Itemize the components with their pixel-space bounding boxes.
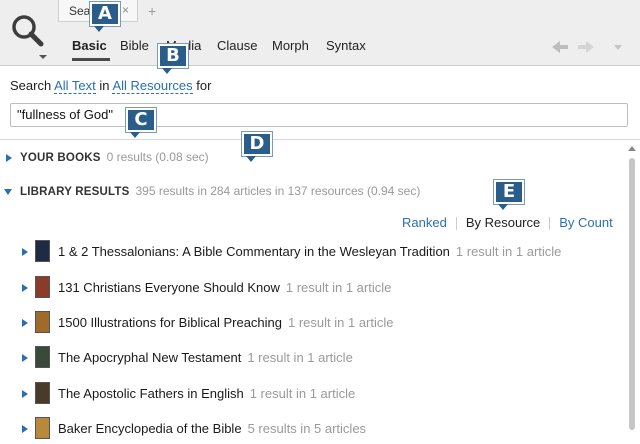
result-title: The Apocryphal New Testament <box>58 350 242 365</box>
expand-icon[interactable] <box>22 390 28 398</box>
mode-basic[interactable]: Basic <box>72 38 107 53</box>
sort-separator <box>549 217 551 231</box>
book-cover <box>35 382 50 404</box>
collapse-icon[interactable] <box>4 188 12 195</box>
result-row[interactable]: 1 & 2 Thessalonians: A Bible Commentary … <box>0 236 625 268</box>
expand-icon[interactable] <box>22 354 28 362</box>
result-count: 1 result in 1 article <box>455 244 562 259</box>
vertical-scrollbar[interactable] <box>628 146 636 440</box>
result-row[interactable]: The Apostolic Fathers in English 1 result… <box>0 378 625 410</box>
sort-options: Ranked By Resource By Count <box>402 215 613 231</box>
callout-e: E <box>494 180 524 210</box>
mode-bible[interactable]: Bible <box>120 38 149 53</box>
expand-icon[interactable] <box>22 319 28 327</box>
add-tab-icon[interactable]: + <box>148 3 156 19</box>
search-query-value: "fullness of God" <box>17 107 113 122</box>
mode-morph[interactable]: Morph <box>272 38 309 53</box>
history-nav <box>548 38 628 56</box>
book-cover <box>35 240 50 262</box>
in-label: in <box>99 78 110 93</box>
sort-by-resource-link[interactable]: By Resource <box>466 215 540 230</box>
history-dropdown-icon[interactable] <box>614 45 622 50</box>
callout-c: C <box>126 108 156 138</box>
result-row[interactable]: 131 Christians Everyone Should Know 1 res… <box>0 272 625 304</box>
callout-a: A <box>90 2 120 32</box>
book-cover <box>35 311 50 333</box>
forward-arrow-icon[interactable] <box>578 41 594 53</box>
text-scope-dropdown[interactable]: All Text <box>54 78 96 94</box>
library-results-title: LIBRARY RESULTS <box>20 186 130 198</box>
callout-letter: C <box>134 109 148 130</box>
result-count: 1 result in 1 article <box>249 386 356 401</box>
result-row[interactable]: 1500 Illustrations for Biblical Preachin… <box>0 307 625 339</box>
callout-letter: A <box>98 3 112 24</box>
result-count: 1 result in 1 article <box>247 350 353 365</box>
active-mode-indicator <box>72 58 110 61</box>
sort-separator <box>455 217 457 231</box>
search-label: Search <box>10 78 52 93</box>
search-panel-icon[interactable] <box>8 12 48 60</box>
result-count: 5 results in 5 articles <box>247 421 367 436</box>
result-count: 1 result in 1 article <box>288 315 394 330</box>
search-scope-row: Search All Text in All Resources for <box>10 78 212 94</box>
expand-icon[interactable] <box>22 248 28 256</box>
resource-scope-dropdown[interactable]: All Resources <box>112 78 193 94</box>
mode-syntax[interactable]: Syntax <box>326 38 366 53</box>
expand-icon[interactable] <box>6 153 12 162</box>
expand-icon[interactable] <box>22 284 28 292</box>
library-results-section[interactable]: LIBRARY RESULTS 395 results in 284 articl… <box>4 184 634 202</box>
result-row[interactable]: The Apocryphal New Testament 1 result in … <box>0 342 625 374</box>
book-cover <box>35 346 50 368</box>
result-count: 1 result in 1 article <box>285 280 392 295</box>
expand-icon[interactable] <box>22 425 28 433</box>
scroll-thumb[interactable] <box>629 158 635 430</box>
callout-letter: D <box>249 133 265 154</box>
book-cover <box>35 417 50 439</box>
search-query-input[interactable]: "fullness of God" <box>10 103 628 127</box>
sort-by-count-link[interactable]: By Count <box>559 215 612 230</box>
result-title: 1 & 2 Thessalonians: A Bible Commentary … <box>58 244 450 259</box>
your-books-meta: 0 results (0.08 sec) <box>106 150 209 164</box>
result-title: 1500 Illustrations for Biblical Preachin… <box>58 315 283 330</box>
close-tab-icon[interactable]: × <box>122 3 129 17</box>
result-title: 131 Christians Everyone Should Know <box>58 280 280 295</box>
callout-letter: E <box>502 181 516 202</box>
result-row[interactable]: Baker Encyclopedia of the Bible 5 results… <box>0 413 625 444</box>
back-arrow-icon[interactable] <box>552 41 568 53</box>
result-title: Baker Encyclopedia of the Bible <box>58 421 242 436</box>
callout-b: B <box>158 44 188 74</box>
mode-clause[interactable]: Clause <box>217 38 257 53</box>
result-title: The Apostolic Fathers in English <box>58 386 244 401</box>
your-books-title: YOUR BOOKS <box>20 152 101 164</box>
divider <box>0 139 640 140</box>
scroll-up-icon[interactable] <box>628 146 636 151</box>
for-label: for <box>196 78 212 93</box>
library-results-meta: 395 results in 284 articles in 137 resou… <box>135 184 421 198</box>
callout-d: D <box>242 132 272 162</box>
your-books-section[interactable]: YOUR BOOKS 0 results (0.08 sec) <box>6 150 636 168</box>
callout-letter: B <box>166 45 180 66</box>
book-cover <box>35 276 50 298</box>
sort-ranked-link[interactable]: Ranked <box>402 215 447 230</box>
magnifier-icon <box>12 15 47 59</box>
